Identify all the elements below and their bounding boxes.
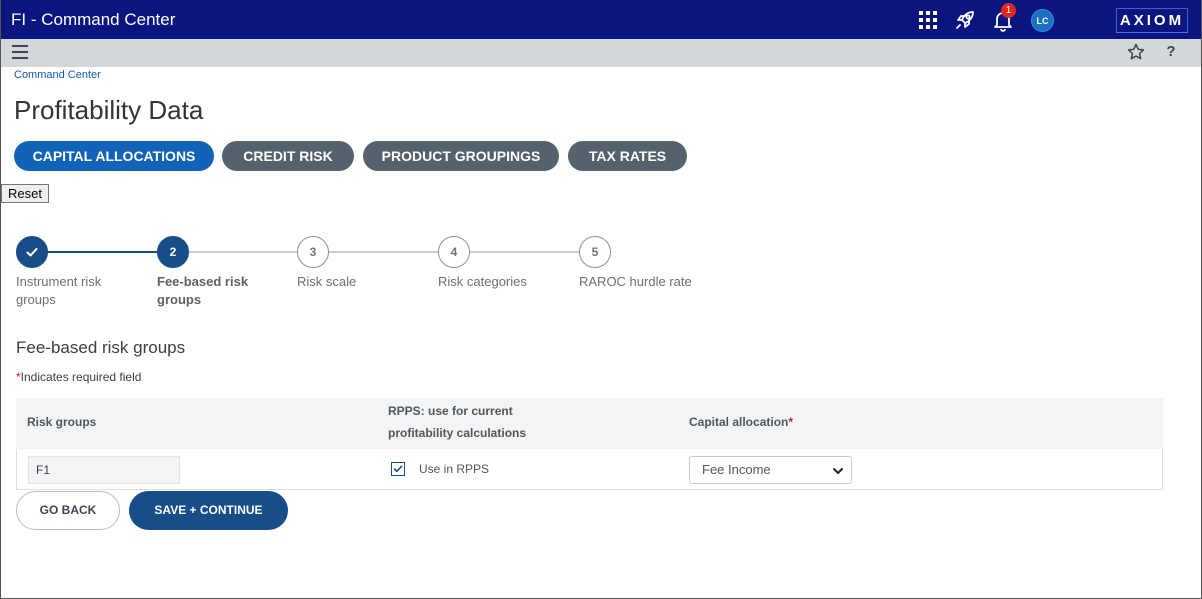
tab-credit-risk[interactable]: CREDIT RISK — [222, 141, 354, 171]
reset-button[interactable]: Reset — [1, 184, 49, 203]
step-1-complete-check-icon[interactable] — [16, 236, 48, 268]
app-title: FI - Command Center — [11, 10, 176, 29]
top-bar: FI - Command Center 1 LC AXIOM — [0, 0, 1202, 39]
save-continue-button[interactable]: SAVE + CONTINUE — [129, 491, 288, 530]
column-header-risk-groups: Risk groups — [27, 415, 97, 429]
stepper-connector-incomplete — [173, 251, 595, 253]
page-title: Profitability Data — [14, 95, 204, 125]
step-5-circle[interactable]: 5 — [579, 236, 611, 268]
table-header: Risk groups RPPS: use for current profit… — [16, 398, 1163, 449]
table-row — [16, 449, 1163, 490]
step-3-circle[interactable]: 3 — [297, 236, 329, 268]
step-3-label: Risk scale — [297, 274, 357, 289]
breadcrumb[interactable]: Command Center — [14, 69, 101, 81]
risk-group-field: F1 — [28, 456, 180, 484]
step-2-label: Fee-based risk groups — [157, 274, 249, 307]
step-4-circle[interactable]: 4 — [438, 236, 470, 268]
capital-allocation-select[interactable]: Fee Income — [689, 456, 852, 484]
column-header-capital-allocation: Capital allocation* — [689, 411, 793, 433]
capital-allocation-header-text: Capital allocation — [689, 415, 789, 429]
required-asterisk: * — [788, 415, 794, 429]
tab-product-groupings[interactable]: PRODUCT GROUPINGS — [363, 141, 559, 171]
tab-capital-allocations[interactable]: CAPITAL ALLOCATIONS — [14, 141, 214, 171]
step-4-label: Risk categories — [438, 274, 527, 289]
rocket-icon[interactable] — [953, 8, 977, 32]
section-title: Fee-based risk groups — [16, 338, 186, 357]
step-1-label: Instrument risk groups — [16, 274, 102, 307]
axiom-logo: AXIOM — [1116, 8, 1188, 33]
use-in-rpps-checkbox[interactable] — [391, 462, 405, 476]
use-in-rpps-label[interactable]: Use in RPPS — [419, 462, 489, 476]
tab-tax-rates[interactable]: TAX RATES — [568, 141, 687, 171]
app-launcher-grid-icon[interactable] — [917, 9, 941, 33]
column-header-rpps: RPPS: use for current profitability calc… — [388, 404, 527, 440]
hamburger-menu-icon[interactable] — [12, 45, 28, 59]
go-back-button[interactable]: GO BACK — [16, 491, 120, 530]
step-2-circle[interactable]: 2 — [157, 236, 189, 268]
capital-allocation-value: Fee Income — [702, 462, 771, 477]
secondary-toolbar: ? — [0, 39, 1202, 67]
user-avatar[interactable]: LC — [1031, 9, 1054, 32]
notification-count-badge: 1 — [1001, 3, 1016, 18]
step-5-label: RAROC hurdle rate — [579, 274, 692, 289]
favorite-star-icon[interactable] — [1126, 42, 1146, 62]
stepper-connector-complete — [32, 251, 173, 253]
chevron-down-icon — [833, 468, 843, 474]
required-note-text: Indicates required field — [20, 370, 142, 384]
required-field-note: *Indicates required field — [16, 370, 141, 384]
help-icon[interactable]: ? — [1164, 42, 1178, 62]
